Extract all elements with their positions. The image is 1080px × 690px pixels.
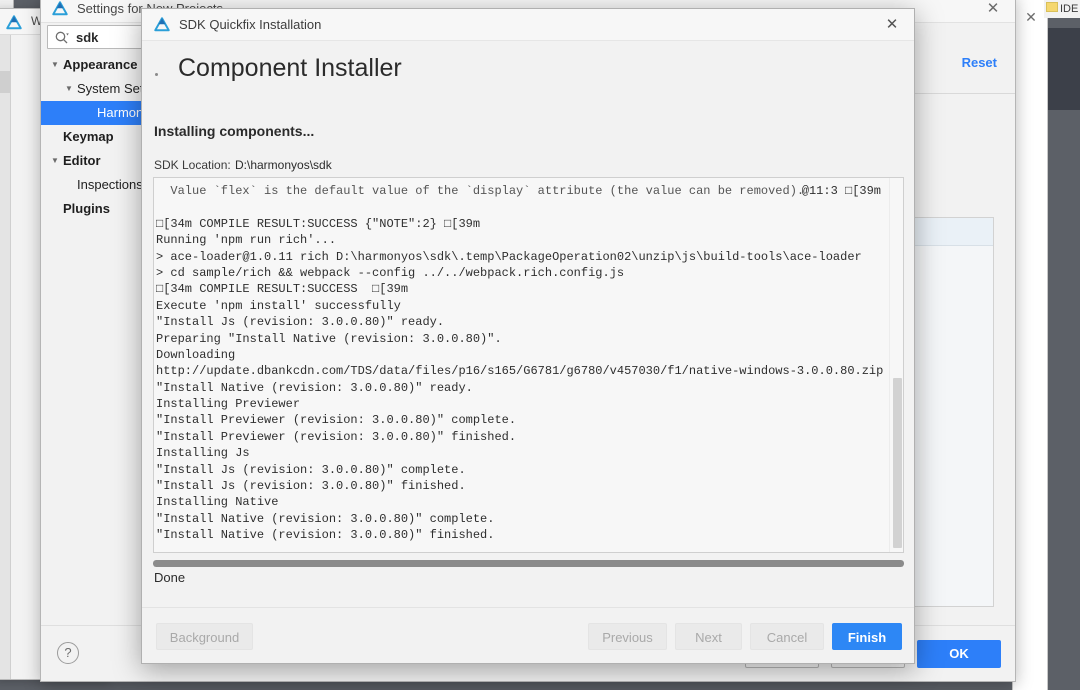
ide-background-panel (1046, 28, 1080, 110)
settings-search-value: sdk (76, 30, 99, 45)
ide-background-column (1012, 0, 1048, 690)
next-button[interactable]: Next (675, 623, 742, 650)
finish-button[interactable]: Finish (832, 623, 902, 650)
chevron-down-icon[interactable]: ▼ (63, 77, 75, 101)
harmonyos-logo-icon (154, 17, 170, 32)
cancel-button[interactable]: Cancel (750, 623, 824, 650)
log-line: > ace-loader@1.0.11 rich D:\harmonyos\sd… (156, 249, 862, 264)
sidebar-item-system-settings-label: System Set (77, 81, 144, 96)
log-line: □[34m COMPILE RESULT:SUCCESS □[39m (156, 282, 409, 297)
chevron-down-icon[interactable]: ▼ (49, 53, 61, 77)
log-line: "Install Js (revision: 3.0.0.80)" comple… (156, 462, 466, 477)
install-log-lines: Value `flex` is the default value of the… (154, 178, 889, 552)
log-line: "Install Previewer (revision: 3.0.0.80)"… (156, 413, 517, 428)
welcome-window-sidebar (0, 35, 11, 679)
log-line: Installing Native (156, 495, 279, 510)
heading-bullet-icon (155, 73, 158, 76)
help-icon[interactable]: ? (57, 642, 79, 664)
sidebar-item-plugins-label: Plugins (63, 201, 110, 216)
log-line: Execute 'npm install' successfully (156, 298, 401, 313)
log-line: http://update.dbankcdn.com/TDS/data/file… (156, 364, 884, 379)
sidebar-item-appearance-label: Appearance (63, 57, 138, 72)
install-log-scrollbar[interactable] (889, 178, 903, 552)
log-line: Preparing "Install Native (revision: 3.0… (156, 331, 502, 346)
installing-components-label: Installing components... (154, 123, 315, 139)
log-line: "Install Previewer (revision: 3.0.0.80)"… (156, 429, 517, 444)
sidebar-item-harmonyos-sdk-label: Harmon (97, 105, 144, 120)
sidebar-item-editor-label: Editor (63, 153, 101, 168)
install-status-text: Done (154, 570, 186, 585)
sdk-location-value: D:\harmonyos\sdk (235, 158, 332, 172)
screen-root: IDE ✕ D1/2 W Cre Op Imp Ve (0, 0, 1080, 690)
install-progress-bar (153, 560, 904, 567)
sidebar-item-keymap-label: Keymap (63, 129, 114, 144)
sdk-location-label: SDK Location: (154, 158, 231, 172)
harmonyos-logo-icon (52, 1, 68, 16)
log-line: "Install Native (revision: 3.0.0.80)" co… (156, 511, 495, 526)
sdk-quickfix-installation-dialog[interactable]: SDK Quickfix Installation ✕ Component In… (141, 8, 915, 664)
log-line: □[34m COMPILE RESULT:SUCCESS {"NOTE":2} … (156, 216, 481, 231)
log-line: Installing Js (156, 446, 250, 461)
log-line: "Install Native (revision: 3.0.0.80)" re… (156, 380, 473, 395)
settings-ok-button[interactable]: OK (917, 640, 1001, 668)
ide-tab-color-swatch (1046, 2, 1058, 12)
install-log-panel[interactable]: Value `flex` is the default value of the… (153, 177, 904, 553)
reset-link[interactable]: Reset (962, 55, 997, 70)
page-title: Component Installer (178, 54, 402, 82)
log-line: "Install Js (revision: 3.0.0.80)" ready. (156, 315, 445, 330)
previous-button[interactable]: Previous (588, 623, 667, 650)
close-icon[interactable]: ✕ (884, 17, 900, 33)
search-icon (55, 31, 69, 44)
install-progress-fill (153, 560, 904, 567)
log-line: > cd sample/rich && webpack --config ../… (156, 265, 625, 280)
ide-window-tab-label: IDE (1060, 3, 1079, 15)
settings-close-icon[interactable]: ✕ (985, 1, 1001, 17)
background-button[interactable]: Background (156, 623, 253, 650)
quickfix-dialog-title: SDK Quickfix Installation (179, 17, 322, 32)
log-line: "Install Native (revision: 3.0.0.80)" fi… (156, 528, 495, 543)
sidebar-item-inspections-label: Inspections (77, 177, 143, 192)
install-log-scrollbar-thumb[interactable] (893, 378, 902, 548)
harmonyos-logo-icon (6, 15, 22, 30)
log-line: "Install Js (revision: 3.0.0.80)" finish… (156, 479, 466, 494)
welcome-sidebar-selected-item[interactable] (0, 71, 10, 93)
log-line: Value `flex` is the default value of the… (156, 184, 881, 198)
chevron-down-icon[interactable]: ▼ (49, 149, 61, 173)
ide-close-icon[interactable]: ✕ (1024, 10, 1038, 24)
log-line: Installing Previewer (156, 397, 301, 412)
log-line-tail: @11:3 □[39m (801, 184, 881, 198)
log-line: Downloading (156, 347, 236, 362)
quickfix-dialog-footer: Background Previous Next Cancel Finish (142, 607, 914, 663)
log-line: Running 'npm run rich'... (156, 233, 337, 248)
quickfix-dialog-titlebar[interactable]: SDK Quickfix Installation ✕ (142, 9, 914, 41)
